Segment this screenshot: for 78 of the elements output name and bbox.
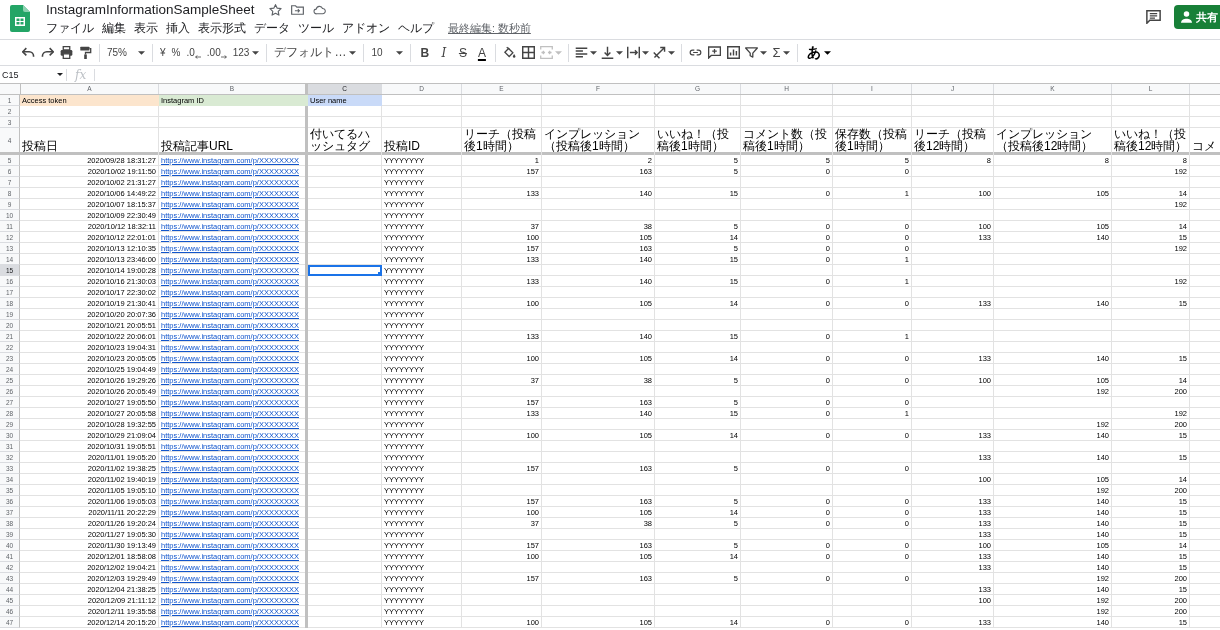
person-icon (1181, 11, 1192, 23)
filter-icon (745, 46, 759, 59)
menu-item[interactable]: データ (254, 20, 290, 36)
caret-icon (616, 50, 624, 55)
print-icon[interactable] (60, 46, 73, 59)
cloud-icon[interactable] (312, 3, 326, 16)
caret-icon (252, 50, 260, 55)
menu-item[interactable]: ヘルプ (398, 20, 434, 36)
caret-icon (349, 50, 357, 55)
italic-button[interactable]: I (434, 41, 454, 64)
align-left-icon (575, 46, 589, 59)
comment-icon[interactable] (1146, 10, 1161, 24)
font-dropdown[interactable]: デフォルト… (271, 41, 360, 64)
name-box[interactable]: C15 (0, 66, 66, 83)
currency-button[interactable]: ¥ (157, 41, 169, 64)
share-button[interactable]: 共有 (1174, 5, 1220, 29)
header-cell-text: リーチ（投稿後12時間） (913, 128, 987, 155)
menu-item[interactable]: 表示 (134, 20, 158, 36)
caret-icon (783, 50, 791, 55)
sheets-logo-icon[interactable] (10, 5, 30, 32)
undo-icon[interactable] (22, 46, 35, 59)
slanted-arrow-icon (653, 46, 667, 59)
input-tools-button[interactable]: あ (804, 41, 835, 64)
bold-button[interactable]: B (415, 41, 435, 64)
text-wrap-icon (627, 46, 641, 59)
font-size-dropdown[interactable]: 10 (368, 41, 407, 64)
number-format-dropdown[interactable]: 123 (229, 41, 263, 64)
document-title[interactable]: InstagramInformationSampleSheet (46, 1, 255, 18)
redo-icon[interactable] (41, 46, 54, 59)
header-cell-text: 投稿記事URL (160, 138, 234, 155)
paint-roller-icon[interactable] (79, 46, 92, 59)
selected-cell[interactable] (308, 265, 382, 276)
strikethrough-button[interactable]: S (453, 41, 473, 64)
caret-icon (642, 50, 650, 55)
header-cell-text: 投稿ID (383, 138, 421, 155)
caret-icon (138, 50, 145, 55)
arrow-right-icon (220, 55, 227, 59)
header-cell-text: コメ (1191, 138, 1217, 155)
bar-chart-icon[interactable] (727, 46, 741, 59)
header-cell-text: リーチ（投稿後1時間） (463, 128, 537, 155)
caret-icon (396, 50, 404, 55)
decrease-decimal-button[interactable]: .0 (183, 41, 204, 64)
last-edit-link[interactable]: 最終編集: 数秒前 (448, 20, 531, 36)
caret-icon (668, 50, 676, 55)
add-comment-icon[interactable] (708, 46, 722, 59)
merge-cells-icon (540, 46, 554, 59)
menu-item[interactable]: 挿入 (166, 20, 190, 36)
header-cell-text: 付いてるハッシュタグ (309, 128, 371, 155)
header-cell-text: 投稿日 (21, 138, 59, 155)
folder-icon[interactable] (290, 3, 304, 16)
percent-button[interactable]: % (168, 41, 184, 64)
formula-label: fx (75, 67, 87, 82)
zoom-dropdown[interactable]: 75% (104, 41, 148, 64)
header-cell-text: インプレッション（投稿後12時間） (995, 128, 1095, 155)
align-bottom-icon (601, 46, 615, 59)
header-cell-text: インプレッション（投稿後1時間） (543, 128, 641, 155)
menu-item[interactable]: アドオン (342, 20, 390, 36)
arrow-left-icon (194, 55, 201, 59)
caret-icon (760, 50, 768, 55)
menu-item[interactable]: ファイル (46, 20, 94, 36)
header-cell-text: コメント数（投稿後1時間） (742, 128, 828, 155)
caret-icon (824, 50, 832, 55)
functions-button[interactable]: Σ (769, 41, 794, 64)
link-icon[interactable] (689, 46, 703, 59)
menu-item[interactable]: 編集 (102, 20, 126, 36)
increase-decimal-button[interactable]: .00 (203, 41, 230, 64)
header-cell-text: いいね！（投稿後12時間） (1113, 128, 1189, 155)
header-cell-text: いいね！（投稿後1時間） (656, 128, 730, 155)
menu-item[interactable]: ツール (298, 20, 334, 36)
menu-item[interactable]: 表示形式 (198, 20, 246, 36)
header-cell-text: 保存数（投稿後1時間） (834, 128, 908, 155)
paint-bucket-icon[interactable] (503, 46, 517, 59)
text-color-button[interactable]: A (472, 41, 492, 64)
star-icon[interactable] (268, 3, 282, 16)
caret-icon (590, 50, 598, 55)
caret-icon (555, 50, 563, 55)
caret-icon (57, 73, 63, 76)
fill-handle-icon[interactable] (378, 272, 382, 276)
